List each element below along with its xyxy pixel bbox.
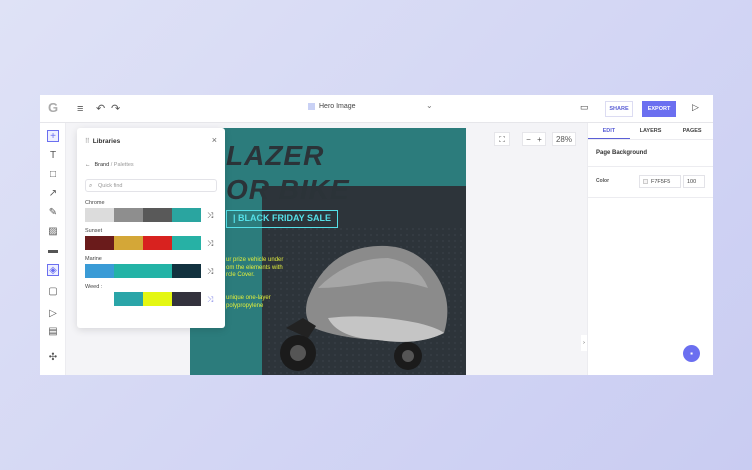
divider xyxy=(588,197,713,198)
zoom-in-button[interactable]: + xyxy=(537,133,542,145)
swatch[interactable] xyxy=(172,264,201,278)
swatch[interactable] xyxy=(114,236,143,250)
shuffle-icon[interactable]: ⤨ xyxy=(207,267,213,277)
opacity-input[interactable]: 100 xyxy=(683,175,705,188)
body-line: polypropylene xyxy=(226,302,264,309)
shape-tool-icon[interactable]: □ xyxy=(47,169,59,181)
body-line: unique one-layer xyxy=(226,295,271,301)
embed-tool-icon[interactable]: ▤ xyxy=(47,326,59,338)
undo-icon[interactable]: ↶ xyxy=(96,102,105,116)
libraries-title: ⠿ Libraries xyxy=(85,137,120,145)
libraries-title-text: Libraries xyxy=(92,138,121,145)
swatch[interactable] xyxy=(85,236,114,250)
headline-line-1[interactable]: LAZER xyxy=(226,140,324,172)
breadcrumb-brand[interactable]: Brand xyxy=(95,162,110,168)
line-tool-icon[interactable]: ↗ xyxy=(47,188,59,200)
palette-name-marine: Marine xyxy=(85,256,102,262)
top-bar: G ≡ ↶ ↷ Hero Image ⌄ ▭ SHARE EXPORT ▷ xyxy=(40,95,713,123)
chat-support-icon[interactable]: ▪ xyxy=(683,345,700,362)
tab-pages[interactable]: PAGES xyxy=(671,123,713,139)
back-arrow-icon[interactable]: ← xyxy=(85,162,91,168)
color-label: Color xyxy=(596,178,610,184)
palette-marine[interactable] xyxy=(85,264,201,278)
swatch[interactable] xyxy=(114,292,143,306)
palette-name-weed: Weed : xyxy=(85,284,103,290)
covered-motorcycle-image[interactable] xyxy=(268,228,466,375)
libraries-panel: ⠿ Libraries × ← Brand / Palettes ⌕ Quick f… xyxy=(77,128,225,328)
swatch[interactable] xyxy=(85,292,114,306)
breadcrumb-palettes: Palettes xyxy=(113,162,134,168)
plugins-icon[interactable]: ✣ xyxy=(47,352,59,364)
frame-tool-icon[interactable]: ▢ xyxy=(47,286,59,298)
color-swatch[interactable] xyxy=(643,179,648,184)
design-canvas[interactable]: LAZER OR BIKE | BLACK FRIDAY SALE ur pri… xyxy=(190,128,466,375)
add-icon[interactable]: + xyxy=(47,130,59,142)
swatch[interactable] xyxy=(143,208,172,222)
section-title: Page Background xyxy=(596,150,648,156)
sale-banner[interactable]: | BLACK FRIDAY SALE xyxy=(226,210,339,228)
play-icon[interactable]: ▷ xyxy=(692,102,699,113)
swatch[interactable] xyxy=(114,208,143,222)
image-tool-icon[interactable]: ▨ xyxy=(47,226,59,238)
divider xyxy=(588,166,713,167)
swatch[interactable] xyxy=(172,236,201,250)
export-button[interactable]: EXPORT xyxy=(642,101,676,117)
headline-line-2[interactable]: OR BIKE xyxy=(226,174,350,206)
properties-panel: EDIT LAYERS PAGES Page Background Color … xyxy=(587,123,713,375)
breadcrumb: ← Brand / Palettes xyxy=(85,162,134,168)
swatch[interactable] xyxy=(172,292,201,306)
palette-name-sunset: Sunset xyxy=(85,228,103,234)
tab-edit[interactable]: EDIT xyxy=(588,123,630,139)
swatch[interactable] xyxy=(172,208,201,222)
color-hex-value: F7F5F5 xyxy=(651,179,671,185)
quick-find-input[interactable]: ⌕ Quick find xyxy=(85,179,217,192)
document-title-text: Hero Image xyxy=(319,103,356,110)
zoom-stepper: − + xyxy=(522,132,546,146)
shuffle-icon[interactable]: ⤨ xyxy=(207,295,213,305)
quick-find-placeholder: Quick find xyxy=(98,183,123,189)
redo-icon[interactable]: ↷ xyxy=(111,102,120,116)
zoom-controls: − + 28% xyxy=(522,132,576,146)
swatch[interactable] xyxy=(85,264,114,278)
drag-handle-icon[interactable]: ⠿ xyxy=(85,138,90,145)
swatch[interactable] xyxy=(114,264,143,278)
document-title[interactable]: Hero Image xyxy=(308,103,356,110)
swatch[interactable] xyxy=(143,236,172,250)
text-tool-icon[interactable]: T xyxy=(47,150,59,162)
swatch[interactable] xyxy=(143,292,172,306)
comment-icon[interactable]: ▭ xyxy=(580,102,589,113)
chevron-down-icon[interactable]: ⌄ xyxy=(426,101,433,110)
body-text-2[interactable]: unique one-layer polypropylene xyxy=(226,295,271,310)
palette-chrome[interactable] xyxy=(85,208,201,222)
color-hex-input[interactable]: F7F5F5 xyxy=(639,175,681,188)
shuffle-icon[interactable]: ⤨ xyxy=(207,211,213,221)
close-icon[interactable]: × xyxy=(212,135,217,145)
fit-screen-icon[interactable]: ⛶ xyxy=(494,132,510,146)
shuffle-icon[interactable]: ⤨ xyxy=(207,239,213,249)
zoom-out-button[interactable]: − xyxy=(526,133,531,145)
palette-sunset[interactable] xyxy=(85,236,201,250)
pen-tool-icon[interactable]: ✎ xyxy=(47,207,59,219)
swatch[interactable] xyxy=(143,264,172,278)
zoom-level-select[interactable]: 28% xyxy=(552,132,576,146)
palette-weed[interactable] xyxy=(85,292,201,306)
app-logo-icon[interactable]: G xyxy=(48,101,62,115)
panel-tabs: EDIT LAYERS PAGES xyxy=(588,123,713,140)
swatch[interactable] xyxy=(85,208,114,222)
menu-icon[interactable]: ≡ xyxy=(77,102,83,116)
share-button[interactable]: SHARE xyxy=(605,101,633,117)
video-tool-icon[interactable]: ▷ xyxy=(47,308,59,320)
image-icon xyxy=(308,103,315,110)
editor-window: G ≡ ↶ ↷ Hero Image ⌄ ▭ SHARE EXPORT ▷ + … xyxy=(40,95,713,375)
left-toolbar: + T □ ↗ ✎ ▨ ▬ ◈ ▢ ▷ ▤ ✣ xyxy=(40,123,66,375)
tab-layers[interactable]: LAYERS xyxy=(630,123,672,139)
libraries-icon[interactable]: ◈ xyxy=(47,264,59,276)
media-tool-icon[interactable]: ▬ xyxy=(47,245,59,257)
palette-name-chrome: Chrome xyxy=(85,200,105,206)
search-icon: ⌕ xyxy=(89,183,93,189)
